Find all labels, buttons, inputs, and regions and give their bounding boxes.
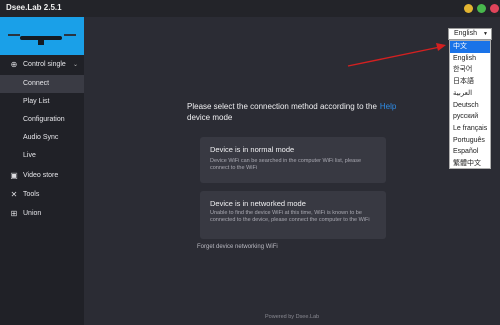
sidebar-item-connect[interactable]: Connect — [0, 75, 84, 93]
close-icon[interactable] — [490, 4, 499, 13]
gamepad-icon: ⊕ — [10, 60, 18, 69]
language-option[interactable]: Deutsch — [450, 100, 490, 112]
language-option[interactable]: Español — [450, 146, 490, 158]
sidebar-item-live[interactable]: Live — [0, 147, 84, 165]
sidebar-item-audio-sync[interactable]: Audio Sync — [0, 129, 84, 147]
language-option[interactable]: 中文 — [450, 41, 490, 53]
card-title: Device is in networked mode — [210, 199, 306, 208]
sidebar-item-play-list[interactable]: Play List — [0, 93, 84, 111]
language-option[interactable]: русский — [450, 111, 490, 123]
tools-icon: ✕ — [10, 190, 18, 199]
language-option[interactable]: 한국어 — [450, 64, 490, 76]
sidebar-item-video-store[interactable]: ▣ Video store — [0, 167, 84, 185]
help-link[interactable]: Help — [380, 102, 396, 111]
card-description: Device WiFi can be searched in the compu… — [210, 158, 362, 171]
language-option[interactable]: English — [450, 53, 490, 65]
normal-mode-card[interactable]: Device is in normal mode Device WiFi can… — [200, 137, 386, 183]
video-icon: ▣ — [10, 171, 18, 180]
app-title: Dsee.Lab 2.5.1 — [6, 3, 62, 12]
language-option[interactable]: Português — [450, 135, 490, 147]
title-bar: Dsee.Lab 2.5.1 — [0, 0, 500, 17]
card-title: Device is in normal mode — [210, 145, 295, 154]
card-description: Unable to find the device WiFi at this t… — [210, 210, 370, 223]
chevron-down-icon: ▼ — [483, 31, 488, 37]
language-option[interactable]: 日本語 — [450, 76, 490, 88]
footer-text: Powered by Dsee.Lab — [265, 314, 320, 320]
chevron-down-icon: ⌄ — [72, 62, 78, 68]
connection-prompt: Please select the connection method acco… — [187, 102, 397, 122]
maximize-icon[interactable] — [477, 4, 486, 13]
forget-wifi-link[interactable]: Forget device networking WiFi — [197, 244, 278, 250]
language-option[interactable]: 繁體中文 — [450, 158, 490, 170]
sidebar-item-tools[interactable]: ✕ Tools — [0, 186, 84, 204]
sidebar-group-control-single[interactable]: ⊕ Control single ⌄ — [0, 56, 84, 74]
minimize-icon[interactable] — [464, 4, 473, 13]
sidebar-item-union[interactable]: ⊞ Union — [0, 205, 84, 223]
language-dropdown: 中文 English 한국어 日本語 العربية Deutsch русск… — [449, 40, 491, 169]
drone-image — [8, 34, 20, 36]
networked-mode-card[interactable]: Device is in networked mode Unable to fi… — [200, 191, 386, 239]
device-banner — [0, 17, 84, 55]
language-select[interactable]: English ▼ — [448, 28, 492, 40]
union-icon: ⊞ — [10, 209, 18, 218]
sidebar-item-configuration[interactable]: Configuration — [0, 111, 84, 129]
language-option[interactable]: Le français — [450, 123, 490, 135]
language-option[interactable]: العربية — [450, 88, 490, 100]
sidebar: ⊕ Control single ⌄ Connect Play List Con… — [0, 17, 84, 325]
